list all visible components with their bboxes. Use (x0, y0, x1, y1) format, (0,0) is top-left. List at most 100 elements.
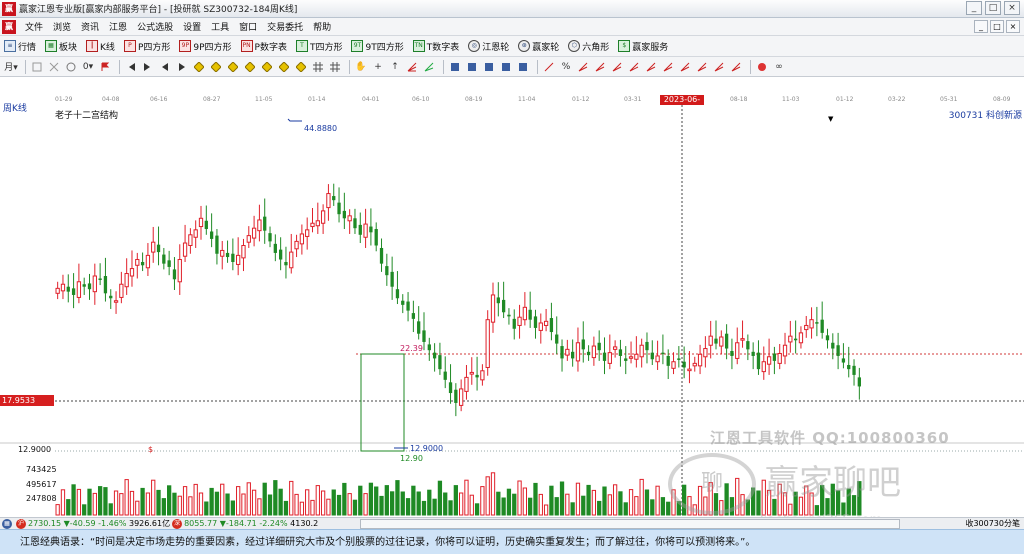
chevron-down-icon[interactable]: ▼ (828, 115, 833, 123)
toolbar-9t-square-button[interactable]: 9T 9T四方形 (351, 40, 404, 53)
gann-fan-icon[interactable] (678, 60, 692, 74)
toolbar-winner-wheel-button[interactable]: ⊛ 赢家轮 (518, 40, 559, 53)
volume-bar (533, 482, 538, 516)
diamond-tool-icon[interactable] (294, 60, 308, 74)
menu-file[interactable]: 文件 (20, 20, 48, 33)
minimize-button[interactable]: _ (966, 1, 982, 15)
menu-logo-icon[interactable]: 赢 (2, 19, 16, 34)
mdi-restore-button[interactable]: □ (990, 20, 1004, 33)
toolbar-t-table-button[interactable]: TN T数字表 (412, 40, 459, 53)
hand-icon[interactable]: ✋ (354, 60, 368, 74)
timeline-date: 08-18 (730, 96, 748, 103)
toolbar-service-button[interactable]: $ 赢家服务 (618, 40, 668, 53)
candle-body-down (571, 351, 575, 359)
volume-bar (320, 490, 326, 516)
toolbar-t-square-button[interactable]: T T四方形 (295, 40, 342, 53)
timeline-date: 11-03 (782, 96, 800, 103)
crosshair-icon[interactable]: + (371, 60, 385, 74)
menu-info[interactable]: 资讯 (76, 20, 104, 33)
menu-tools[interactable]: 工具 (206, 20, 234, 33)
candle-body-down (847, 365, 851, 370)
step-back-icon[interactable] (158, 60, 172, 74)
save-icon[interactable] (499, 60, 513, 74)
step-forward-icon[interactable] (175, 60, 189, 74)
arrow-up-icon[interactable]: ↑ (388, 60, 402, 74)
horizontal-scrollbar[interactable] (360, 519, 900, 529)
menu-window[interactable]: 窗口 (234, 20, 262, 33)
toolbar-gann-wheel-button[interactable]: ◎ 江恩轮 (468, 40, 509, 53)
date-timeline: 周K线 01-29 04-08 06-16 08-27 11-05 01-14 … (0, 77, 1024, 114)
close-button[interactable]: × (1004, 1, 1020, 15)
volume-bar (156, 489, 161, 516)
gann-fan-icon[interactable] (610, 60, 624, 74)
gann-fan-icon[interactable] (576, 60, 590, 74)
candle-body-up (655, 355, 660, 363)
status-bar: ▦ 沪 2730.15 ▼-40.59 -1.46% 3926.61亿 深 80… (0, 517, 1024, 529)
draw-box-icon[interactable] (30, 60, 44, 74)
infinity-icon[interactable]: ∞ (772, 60, 786, 74)
diamond-tool-icon[interactable] (277, 60, 291, 74)
watermark-logo: 聊 (668, 453, 756, 515)
last-icon[interactable] (141, 60, 155, 74)
menu-gann[interactable]: 江恩 (104, 20, 132, 33)
gann-fan-icon[interactable] (729, 60, 743, 74)
gann-fan-icon[interactable] (712, 60, 726, 74)
zero-select-icon[interactable]: 0▾ (81, 60, 95, 74)
draw-cross-icon[interactable] (47, 60, 61, 74)
fan-icon[interactable] (405, 60, 419, 74)
gann-fan-icon[interactable] (695, 60, 709, 74)
layers-icon[interactable] (516, 60, 530, 74)
volume-bar (459, 492, 464, 516)
menu-trade[interactable]: 交易委托 (262, 20, 308, 33)
diamond-tool-icon[interactable] (226, 60, 240, 74)
menu-formula[interactable]: 公式选股 (132, 20, 178, 33)
draw-circle-icon[interactable] (64, 60, 78, 74)
period-select-icon[interactable]: 月▾ (4, 60, 18, 74)
percent-icon[interactable]: % (559, 60, 573, 74)
grid-icon[interactable]: ▦ (2, 518, 12, 529)
diamond-tool-icon[interactable] (260, 60, 274, 74)
save-icon[interactable] (448, 60, 462, 74)
toolbar-kline-button[interactable]: ┃ K线 (86, 40, 115, 53)
gann-fan-icon[interactable] (661, 60, 675, 74)
toolbar-p-square-button[interactable]: P P四方形 (123, 40, 170, 53)
menu-browse[interactable]: 浏览 (48, 20, 76, 33)
candle-body-down (852, 365, 856, 375)
angle-line-icon[interactable] (542, 60, 556, 74)
flag-icon[interactable] (98, 60, 112, 74)
candle-body-up (703, 348, 708, 358)
p-square-icon: P (123, 40, 136, 52)
toolbar-sector-button[interactable]: ▦ 板块 (45, 40, 77, 53)
menu-settings[interactable]: 设置 (178, 20, 206, 33)
diamond-tool-icon[interactable] (192, 60, 206, 74)
mdi-close-button[interactable]: × (1006, 20, 1020, 33)
volume-bar (655, 485, 660, 516)
candle-body-up (299, 233, 305, 245)
first-icon[interactable] (124, 60, 138, 74)
gann-fan-icon[interactable] (627, 60, 641, 74)
save-icon[interactable] (465, 60, 479, 74)
menu-help[interactable]: 帮助 (308, 20, 336, 33)
diamond-tool-icon[interactable] (243, 60, 257, 74)
toolbar-9p-square-button[interactable]: 9P 9P四方形 (179, 40, 232, 53)
winner-wheel-icon: ⊛ (518, 40, 531, 52)
palette-icon[interactable] (755, 60, 769, 74)
toolbar-p-table-button[interactable]: PN P数字表 (240, 40, 287, 53)
volume-bar (496, 491, 501, 516)
diamond-tool-icon[interactable] (209, 60, 223, 74)
candle-body-down (746, 341, 750, 350)
grid-tool-icon[interactable] (328, 60, 342, 74)
toolbar-quotes-button[interactable]: ≡ 行情 (4, 40, 36, 53)
mdi-minimize-button[interactable]: _ (974, 20, 988, 33)
candle-body-down (71, 288, 76, 295)
fork-icon[interactable] (422, 60, 436, 74)
timeline-date: 01-12 (836, 96, 854, 103)
timeline-date: 01-29 (55, 96, 73, 103)
save-icon[interactable] (482, 60, 496, 74)
maximize-button[interactable]: □ (985, 1, 1001, 15)
gann-fan-icon[interactable] (644, 60, 658, 74)
toolbar-hexagon-button[interactable]: ⬡ 六角形 (568, 40, 609, 53)
gann-fan-icon[interactable] (593, 60, 607, 74)
candle-body-down (677, 358, 681, 360)
grid-tool-icon[interactable] (311, 60, 325, 74)
